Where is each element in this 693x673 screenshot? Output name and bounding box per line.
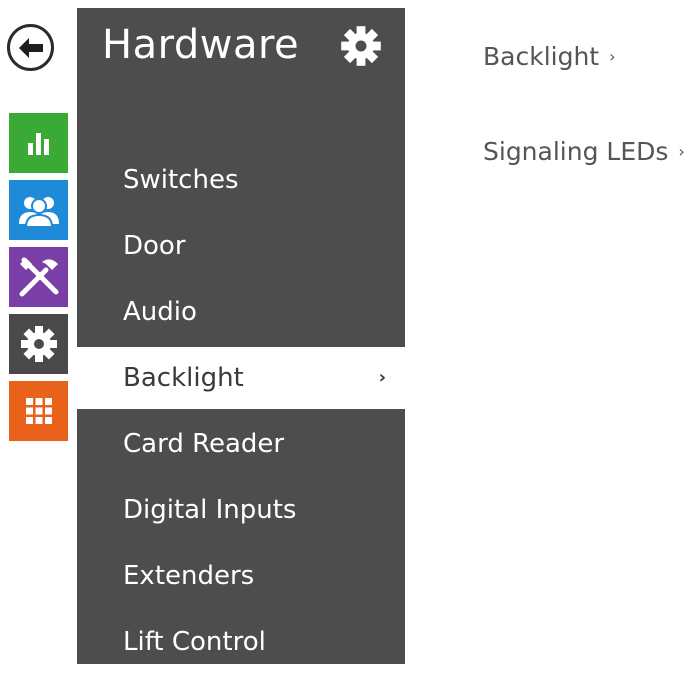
- sidebar-item-digital-inputs[interactable]: Digital Inputs: [77, 479, 405, 541]
- link-label: Signaling LEDs: [483, 137, 669, 166]
- sidebar-item-extenders[interactable]: Extenders: [77, 545, 405, 607]
- sidebar-title: Hardware: [102, 22, 300, 68]
- chevron-right-icon: ›: [378, 367, 386, 388]
- hardware-sidebar: Hardware Switches Door Audio Backlight ›: [77, 8, 406, 664]
- grid-icon: [25, 398, 52, 424]
- rail-directory-button[interactable]: [9, 180, 68, 240]
- chevron-right-icon: ›: [609, 47, 616, 66]
- back-button[interactable]: [7, 24, 54, 71]
- gear-icon: [341, 26, 381, 66]
- sidebar-item-label: Digital Inputs: [123, 495, 297, 525]
- sidebar-item-label: Switches: [123, 165, 239, 195]
- sidebar-item-label: Lift Control: [123, 627, 266, 657]
- arrow-left-icon: [18, 37, 43, 58]
- rail-services-button[interactable]: [9, 247, 68, 307]
- gear-icon: [20, 326, 57, 362]
- settings-button[interactable]: [339, 24, 383, 68]
- link-label: Backlight: [483, 42, 600, 71]
- sidebar-item-label: Door: [123, 231, 186, 261]
- rail-hardware-button[interactable]: [9, 314, 68, 374]
- sidebar-item-card-reader[interactable]: Card Reader: [77, 413, 405, 475]
- sidebar-item-label: Card Reader: [123, 429, 285, 459]
- users-icon: [18, 197, 59, 228]
- sidebar-item-backlight[interactable]: Backlight ›: [77, 347, 406, 409]
- chevron-right-icon: ›: [678, 142, 685, 161]
- sidebar-item-switches[interactable]: Switches: [77, 149, 405, 211]
- signaling-leds-link[interactable]: Signaling LEDs ›: [483, 137, 685, 166]
- icon-rail: [0, 0, 76, 664]
- sidebar-item-door[interactable]: Door: [77, 215, 405, 277]
- backlight-link[interactable]: Backlight ›: [483, 42, 616, 71]
- sidebar-item-audio[interactable]: Audio: [77, 281, 405, 343]
- sidebar-item-label: Extenders: [123, 561, 255, 591]
- sidebar-item-label: Backlight: [123, 363, 244, 393]
- rail-system-button[interactable]: [9, 381, 68, 441]
- bar-chart-icon: [27, 133, 49, 155]
- tools-icon: [19, 257, 58, 297]
- rail-status-button[interactable]: [9, 113, 68, 173]
- sidebar-item-label: Audio: [123, 297, 197, 327]
